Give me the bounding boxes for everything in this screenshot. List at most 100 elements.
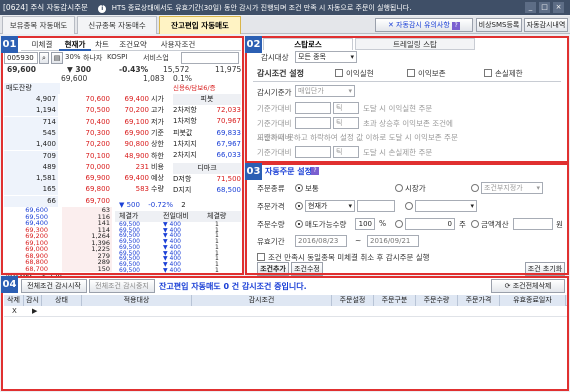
ask-row[interactable]: 1,400 70,200 [4,139,114,151]
ask-row[interactable]: 489 70,000 [4,161,114,173]
condition-panel: 02 스탑로스 트레일링 스탑 감시대상 모든 종목 ▾ 감시조건 설정 이익실현… [245,36,568,162]
subtab-current-price[interactable]: 현재가 [59,38,91,51]
divider [253,81,561,82]
delete-cell[interactable]: X [12,307,17,315]
side-stat-key: 저가 [151,117,164,126]
account-input[interactable] [181,52,239,64]
price-input[interactable] [357,200,395,212]
ask-row[interactable]: 4,907 70,600 [4,94,114,105]
criterion-value-input[interactable] [295,102,331,114]
maximize-button[interactable]: □ [539,2,550,13]
ask-row[interactable]: 1,194 70,500 [4,105,114,117]
price-select[interactable]: 현재가 ▾ [305,200,355,212]
radio-qty-amount[interactable] [471,220,479,228]
column-header[interactable]: 상태 [42,295,82,306]
close-button[interactable]: × [553,2,564,13]
search-button[interactable]: ⌕ [39,52,49,64]
check-take-profit[interactable] [335,69,343,77]
side-stat-key: 시가 [151,95,164,103]
ask-row[interactable]: 714 70,400 [4,116,114,128]
subtab-chart[interactable]: 차트 [91,38,113,51]
chevron-down-icon: ▾ [348,87,352,95]
criterion-value-input[interactable] [295,145,331,158]
ask-price: 69,900 [85,174,111,183]
tab-buy-new[interactable]: 신규종목 자동매수 [77,16,157,34]
tab-stop-loss[interactable]: 스탑로스 [263,38,353,50]
tab-sell-holdings[interactable]: 보유종목 자동매도 [2,16,75,34]
criterion-value-input[interactable] [295,116,331,129]
status-text: 잔고편입 자동매도 0 건 감시조건 중입니다. [159,282,307,291]
tab-trailing-stop[interactable]: 트레일링 스탑 [355,38,475,50]
column-header[interactable]: 감시 [24,295,42,306]
subtab-condition-summary[interactable]: 조건요약 [113,38,153,51]
column-header[interactable]: 삭제 [4,295,24,306]
subtab-unfilled[interactable]: 미체결 [25,38,59,51]
stop-all-button[interactable]: 전체조건 감시중지 [89,279,155,293]
minimize-button[interactable]: _ [525,2,536,13]
delete-all-button[interactable]: ⟳ 조건전체삭제 [491,279,565,293]
side-stat-row: 583 수량 [115,184,173,195]
price-custom-select[interactable]: ▾ [415,200,477,212]
reset-condition-button[interactable]: 조건 초기화 [525,262,565,276]
radio-price-custom[interactable] [405,202,413,210]
guide-button[interactable]: ✕ 자동감시 유의사항 ? [375,18,473,32]
qty-percent-input[interactable]: 100 [355,218,375,230]
qty-shares-input[interactable]: 0 [405,218,455,230]
investor-flag: 하나자 [83,54,103,62]
start-all-button[interactable]: 전체조건 감시시작 [21,279,87,293]
market-label: KOSPI [107,53,128,61]
radio-qty-available[interactable] [295,220,303,228]
date-to-input[interactable]: 2016/09/21 [367,235,419,247]
notice-text: HTS 종료상태에서도 유효기간(30일) 동안 감시가 진행되며 조건 만족 … [111,4,412,12]
column-header[interactable]: 주문가격 [458,295,500,306]
tab-sell-balance-in[interactable]: 잔고편입 자동매도 [159,16,241,34]
add-condition-button[interactable]: 조건추가 [257,262,289,276]
criterion-unit-select[interactable]: 틱 [333,145,359,158]
target-select[interactable]: 모든 종목 ▾ [295,51,357,63]
criterion-unit-select[interactable]: 틱 [333,102,359,114]
watch-history-button[interactable]: 자동감시내역 [524,18,568,32]
column-header[interactable]: 유효종료일자 [500,295,566,306]
column-header[interactable]: 주문수량 [416,295,458,306]
column-header[interactable]: 주문설정 [332,295,374,306]
ask-row[interactable]: 66 69,700 [4,195,114,207]
ask-row[interactable]: 545 70,300 [4,127,114,139]
refresh-icon: ⟳ [504,282,513,290]
stock-code-input[interactable]: 005930 [4,52,38,64]
radio-market[interactable] [395,184,403,192]
criterion-text: 도달하지 못하고 하락하여 설정 값 이하로 도달 시 이익보존 주문 [257,133,458,142]
subtab-user-condition[interactable]: 사용자조건 [154,38,202,51]
ask-row[interactable]: 1,581 69,900 [4,173,114,185]
side-stat-value: 583 [135,185,149,194]
radio-price-current[interactable] [295,202,303,210]
criterion-unit-select[interactable]: 틱 [333,116,359,129]
radio-qty-shares[interactable] [395,220,403,228]
radio-normal[interactable] [295,184,303,192]
table-row[interactable]: X ▶ [4,306,567,317]
pivot-key: 피봇값 [173,128,193,137]
check-loss-limit[interactable] [484,69,492,77]
radio-conditional[interactable] [471,184,479,192]
side-stat-key: 예상 [151,174,164,183]
basis-select[interactable]: 매입단가 ▾ [295,85,355,97]
edit-condition-button[interactable]: 조건수정 [291,262,323,276]
column-header[interactable]: 주문구분 [374,295,416,306]
column-header[interactable]: 감시조건 [192,295,332,306]
conditional-select[interactable]: 조건부지정가 ▾ [481,182,543,194]
ask-row[interactable]: 709 70,100 [4,150,114,162]
criterion-text: 도달 시 손실제한 주문 [363,147,433,157]
chart-button[interactable]: ▤ [51,52,63,64]
check-cancel-unfilled[interactable] [257,253,265,261]
column-header[interactable]: 적용대상 [82,295,192,306]
check-profit-keep[interactable] [407,69,415,77]
date-from-input[interactable]: 2016/08/23 [295,235,347,247]
qty-shares-unit: 주 [459,220,466,229]
pivot-key: 2차지지 [173,151,197,160]
sms-register-button[interactable]: 비상SMS등록 [476,18,522,32]
ask-row[interactable]: 165 69,800 [4,184,114,196]
qty-amount-input[interactable] [513,218,553,230]
help-icon[interactable]: ? [311,167,319,175]
side-stat-row: 69,900 기준 [115,128,173,139]
stat-right-2: 15,572 [163,65,190,74]
watch-cell[interactable]: ▶ [32,307,37,315]
